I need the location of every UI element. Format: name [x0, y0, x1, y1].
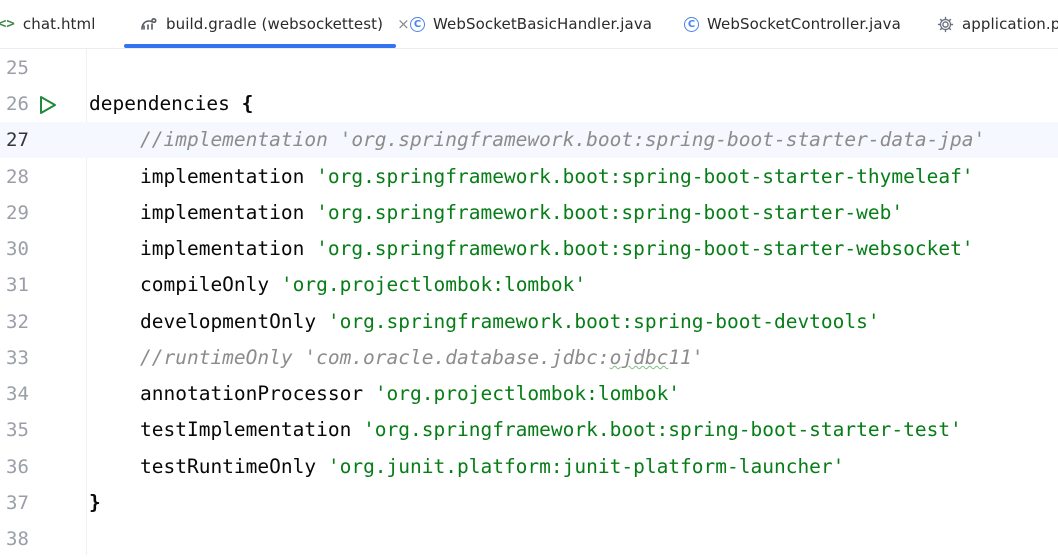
code-line[interactable]: 35 testImplementation 'org.springframewo… [0, 412, 1058, 448]
code-editor[interactable]: 25 26 dependencies { 27 //implementation… [0, 49, 1058, 555]
comment: 11' [668, 346, 704, 369]
spellcheck-word: ojdbc [609, 346, 669, 369]
line-number: 34 [6, 383, 29, 405]
line-number: 27 [6, 129, 29, 151]
line-number: 36 [6, 456, 29, 478]
html-file-icon: <> [0, 16, 15, 32]
line-number: 30 [6, 238, 29, 260]
tab-application-properties[interactable]: application.pro [937, 0, 1058, 48]
code-line[interactable]: 34 annotationProcessor 'org.projectlombo… [0, 376, 1058, 412]
line-number: 31 [6, 274, 29, 296]
code-text: testImplementation 'org.springframework.… [89, 412, 962, 448]
code-line[interactable]: 38 [0, 521, 1058, 557]
open-brace: { [241, 92, 254, 115]
dependency-string: 'org.springframework.boot:spring-boot-st… [316, 237, 974, 260]
line-number: 33 [6, 347, 29, 369]
code-text: developmentOnly 'org.springframework.boo… [89, 304, 880, 340]
tab-label: WebSocketController.java [707, 15, 901, 33]
comment: //implementation 'org.springframework.bo… [140, 128, 986, 151]
line-number: 26 [6, 93, 29, 115]
settings-file-icon [937, 16, 954, 33]
code-line[interactable]: 28 implementation 'org.springframework.b… [0, 159, 1058, 195]
code-line[interactable]: 30 implementation 'org.springframework.b… [0, 231, 1058, 267]
code-text: //implementation 'org.springframework.bo… [89, 122, 985, 158]
configuration-keyword: testImplementation [140, 418, 364, 441]
code-line[interactable]: 29 implementation 'org.springframework.b… [0, 195, 1058, 231]
code-line[interactable]: 33 //runtimeOnly 'com.oracle.database.jd… [0, 340, 1058, 376]
code-line[interactable]: 25 [0, 50, 1058, 86]
configuration-keyword: developmentOnly [140, 310, 328, 333]
tab-label: WebSocketBasicHandler.java [433, 15, 653, 33]
tab-websocket-basic-handler[interactable]: C WebSocketBasicHandler.java [410, 0, 652, 48]
dependency-string: 'org.projectlombok:lombok' [280, 273, 587, 296]
configuration-keyword: implementation [140, 201, 317, 224]
code-line[interactable]: 31 compileOnly 'org.projectlombok:lombok… [0, 267, 1058, 303]
code-line[interactable]: 36 testRuntimeOnly 'org.junit.platform:j… [0, 449, 1058, 485]
code-text: //runtimeOnly 'com.oracle.database.jdbc:… [89, 340, 704, 376]
tab-label: application.pro [962, 15, 1058, 33]
tab-label: build.gradle (websockettest) [166, 15, 384, 33]
editor-tab-bar: <> chat.html build.gradle (websockettest… [0, 0, 1058, 49]
code-text: compileOnly 'org.projectlombok:lombok' [89, 267, 586, 303]
active-tab-indicator [124, 44, 396, 48]
configuration-keyword: implementation [140, 237, 317, 260]
code-text: annotationProcessor 'org.projectlombok:l… [89, 376, 680, 412]
code-text: implementation 'org.springframework.boot… [89, 231, 974, 267]
code-line[interactable]: 37 } [0, 485, 1058, 521]
configuration-keyword: compileOnly [140, 273, 281, 296]
code-text: testRuntimeOnly 'org.junit.platform:juni… [89, 449, 844, 485]
line-number: 38 [6, 528, 29, 550]
configuration-keyword: implementation [140, 165, 317, 188]
tab-label: chat.html [22, 15, 96, 33]
dependency-string: 'org.junit.platform:junit-platform-launc… [327, 455, 845, 478]
line-number: 32 [6, 311, 29, 333]
java-class-icon: C [410, 16, 425, 32]
dependency-string: 'org.springframework.boot:spring-boot-de… [327, 310, 880, 333]
close-tab-icon[interactable]: × [397, 15, 410, 33]
code-line-current[interactable]: 27 //implementation 'org.springframework… [0, 122, 1058, 158]
configuration-keyword: testRuntimeOnly [140, 455, 328, 478]
close-brace: } [89, 491, 101, 514]
comment: //runtimeOnly 'com.oracle.database.jdbc: [140, 346, 610, 369]
line-number: 25 [6, 57, 29, 79]
code-text: implementation 'org.springframework.boot… [89, 195, 903, 231]
code-line[interactable]: 32 developmentOnly 'org.springframework.… [0, 304, 1058, 340]
gradle-icon [140, 16, 158, 32]
code-text: } [89, 485, 101, 521]
configuration-keyword: annotationProcessor [140, 382, 375, 405]
code-text: implementation 'org.springframework.boot… [89, 159, 974, 195]
dependency-string: 'org.springframework.boot:spring-boot-st… [316, 201, 904, 224]
dependency-string: 'org.springframework.boot:spring-boot-st… [363, 418, 962, 441]
line-number: 28 [6, 166, 29, 188]
java-class-icon: C [684, 16, 699, 32]
line-number: 29 [6, 202, 29, 224]
run-gutter-icon[interactable] [38, 95, 58, 119]
line-number: 35 [6, 419, 29, 441]
dependency-string: 'org.springframework.boot:spring-boot-st… [316, 165, 974, 188]
dependency-string: 'org.projectlombok:lombok' [374, 382, 681, 405]
tab-websocket-controller[interactable]: C WebSocketController.java [684, 0, 901, 48]
tab-chat-html[interactable]: <> chat.html [0, 0, 96, 48]
code-text: dependencies { [89, 86, 253, 122]
code-line[interactable]: 26 dependencies { [0, 86, 1058, 122]
line-number: 37 [6, 492, 29, 514]
tab-build-gradle[interactable]: build.gradle (websockettest) × [124, 0, 410, 48]
block-name: dependencies [89, 92, 230, 115]
